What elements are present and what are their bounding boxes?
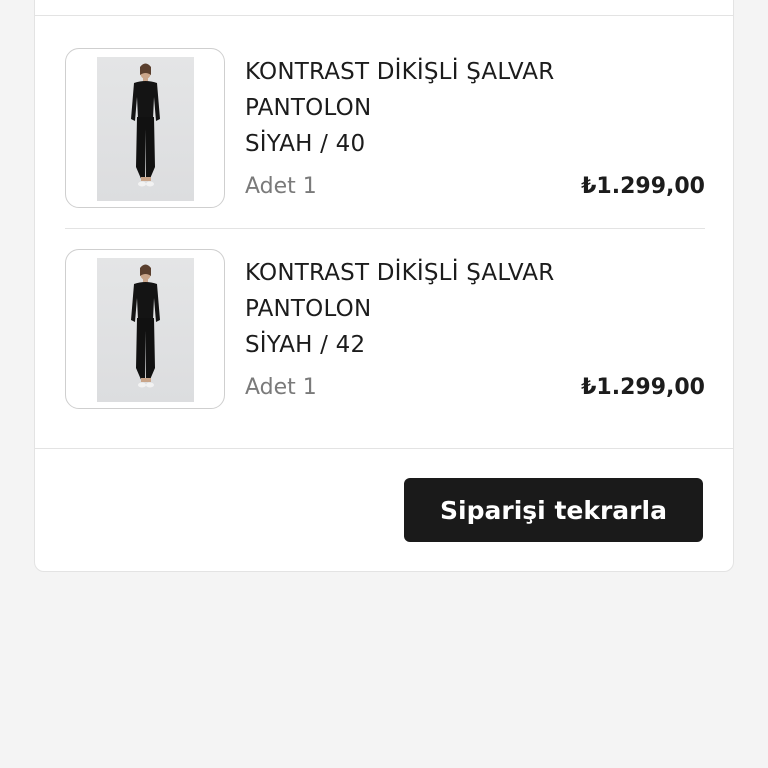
product-thumbnail[interactable] xyxy=(65,48,225,208)
divider xyxy=(35,15,733,16)
product-name[interactable]: KONTRAST DİKİŞLİ ŞALVAR PANTOLON SİYAH /… xyxy=(245,54,665,162)
reorder-button[interactable]: Siparişi tekrarla xyxy=(404,478,703,542)
product-variant: SİYAH / 42 xyxy=(245,332,366,358)
product-price: ₺1.299,00 xyxy=(581,375,705,400)
product-variant: SİYAH / 40 xyxy=(245,131,366,157)
product-name-line-1: KONTRAST DİKİŞLİ ŞALVAR xyxy=(245,59,555,85)
product-name-line-1: KONTRAST DİKİŞLİ ŞALVAR xyxy=(245,260,555,286)
product-image xyxy=(97,57,194,201)
order-item[interactable]: KONTRAST DİKİŞLİ ŞALVAR PANTOLON SİYAH /… xyxy=(65,249,705,411)
product-name-line-2: PANTOLON xyxy=(245,95,372,121)
model-figure xyxy=(131,63,160,187)
product-quantity: Adet 1 xyxy=(245,174,317,199)
model-figure xyxy=(131,264,160,388)
product-price: ₺1.299,00 xyxy=(581,174,705,199)
product-image xyxy=(97,258,194,402)
order-card: KONTRAST DİKİŞLİ ŞALVAR PANTOLON SİYAH /… xyxy=(34,0,734,572)
product-quantity: Adet 1 xyxy=(245,375,317,400)
divider xyxy=(65,228,705,229)
divider xyxy=(35,448,733,449)
product-name-line-2: PANTOLON xyxy=(245,296,372,322)
product-name[interactable]: KONTRAST DİKİŞLİ ŞALVAR PANTOLON SİYAH /… xyxy=(245,255,665,363)
order-item[interactable]: KONTRAST DİKİŞLİ ŞALVAR PANTOLON SİYAH /… xyxy=(65,48,705,210)
product-thumbnail[interactable] xyxy=(65,249,225,409)
